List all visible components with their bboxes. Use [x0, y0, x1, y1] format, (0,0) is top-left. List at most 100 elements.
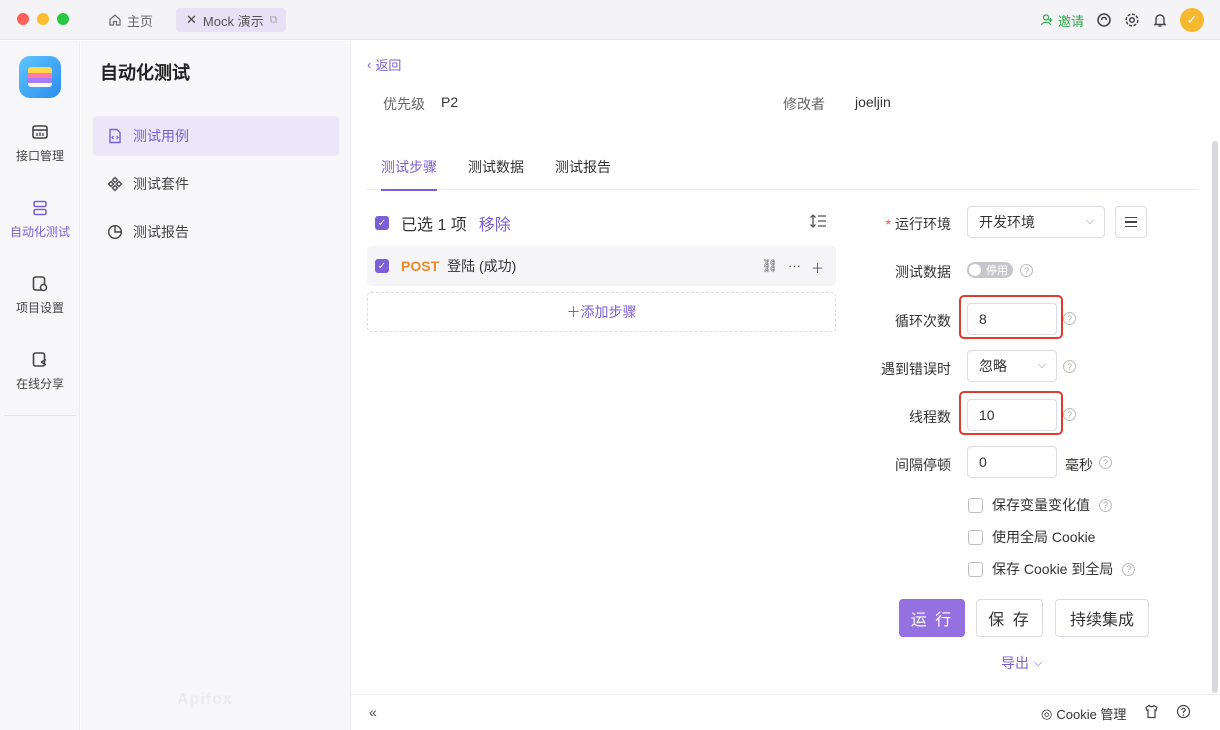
interval-input[interactable]: 0: [967, 446, 1057, 478]
loop-count-input[interactable]: 8: [967, 303, 1057, 335]
help-icon[interactable]: ?: [1063, 360, 1076, 373]
rail-item-project-settings[interactable]: 项目设置: [0, 275, 80, 335]
rail-item-label: 自动化测试: [9, 225, 70, 239]
tab-bar: 测试步骤 测试数据 测试报告: [367, 151, 1197, 191]
avatar[interactable]: ✓: [1180, 8, 1204, 32]
tab-home[interactable]: 主页: [108, 10, 153, 30]
back-label: 返回: [375, 58, 402, 73]
save-cookie-checkbox[interactable]: [968, 561, 983, 577]
tab-test-data[interactable]: 测试数据: [468, 157, 524, 189]
rail-item-api-management[interactable]: 接口管理: [0, 123, 80, 183]
sidebar: 自动化测试 测试用例 测试套件 测试报告 Apifox: [81, 41, 351, 730]
help-icon[interactable]: ?: [1099, 456, 1112, 469]
suite-icon: [107, 176, 123, 192]
help-circle-icon[interactable]: [1176, 704, 1191, 722]
tab-test-report[interactable]: 测试报告: [555, 157, 611, 189]
sidebar-item-label: 测试用例: [133, 128, 189, 144]
rail-item-label: 项目设置: [15, 301, 64, 315]
save-cookie-label: 保存 Cookie 到全局: [992, 561, 1114, 577]
step-checkbox[interactable]: ✓: [375, 259, 389, 273]
global-cookie-checkbox[interactable]: [968, 529, 983, 545]
invite-button[interactable]: 邀请: [1040, 11, 1084, 30]
tab-mock-label: Mock 演示: [202, 13, 264, 29]
on-error-select[interactable]: 忽略 ⌵: [967, 350, 1057, 382]
sidebar-item-test-suites[interactable]: 测试套件: [93, 164, 339, 204]
sync-icon[interactable]: [1096, 12, 1112, 28]
loop-count-label: 循环次数: [895, 313, 951, 329]
link-icon[interactable]: ⛓: [761, 258, 778, 277]
env-manage-button[interactable]: [1115, 206, 1147, 238]
test-data-toggle[interactable]: 停用: [967, 262, 1013, 278]
main-content: ‹ 返回 优先级 P2 修改者 joeljin 测试步骤 测试数据 测试报告 ✓…: [351, 41, 1220, 694]
tab-test-steps[interactable]: 测试步骤: [381, 157, 437, 191]
home-icon: [109, 14, 121, 26]
selected-count: 已选 1 项: [401, 217, 467, 234]
minimize-window-button[interactable]: [37, 13, 49, 25]
add-icon[interactable]: ＋: [811, 258, 824, 277]
settings-doc-icon: [32, 276, 48, 292]
scrollbar[interactable]: [1212, 141, 1218, 693]
shirt-icon[interactable]: [1144, 704, 1159, 722]
remove-button[interactable]: 移除: [479, 211, 511, 235]
save-button[interactable]: 保 存: [976, 599, 1043, 637]
step-name: 登陆 (成功): [447, 258, 517, 274]
help-icon[interactable]: ?: [1063, 408, 1076, 421]
help-icon[interactable]: ?: [1122, 562, 1136, 576]
cookie-manage-button[interactable]: ◎ Cookie 管理: [1041, 704, 1126, 723]
env-select[interactable]: 开发环境 ⌵: [967, 206, 1105, 238]
toggle-label: 停用: [986, 265, 1008, 277]
on-error-value: 忽略: [979, 358, 1007, 374]
chevron-down-icon: ⌵: [1037, 359, 1046, 371]
collapse-sidebar-icon[interactable]: «: [369, 704, 377, 720]
save-cookie-option[interactable]: 保存 Cookie 到全局 ?: [968, 559, 1136, 579]
export-label: 导出: [1001, 655, 1029, 671]
step-method: POST: [401, 258, 440, 274]
global-cookie-option[interactable]: 使用全局 Cookie: [968, 527, 1095, 547]
app-rail: 接口管理 自动化测试 项目设置 在线分享: [0, 41, 80, 730]
export-button[interactable]: 导出 ⌵: [1001, 653, 1042, 673]
selection-bar: ✓ 已选 1 项 移除: [375, 211, 511, 235]
ci-button[interactable]: 持续集成: [1055, 599, 1149, 637]
test-case-icon: [109, 128, 121, 144]
sidebar-item-test-reports[interactable]: 测试报告: [93, 212, 339, 252]
bell-icon[interactable]: [1152, 12, 1168, 28]
threads-input[interactable]: 10: [967, 399, 1057, 431]
select-all-checkbox[interactable]: ✓: [375, 216, 389, 230]
run-button[interactable]: 运 行: [899, 599, 965, 637]
chevron-down-icon: ⌵: [1034, 656, 1043, 669]
step-row[interactable]: ✓ POST 登陆 (成功) ⛓ ··· ＋: [367, 246, 836, 286]
sidebar-item-label: 测试套件: [133, 176, 189, 192]
tab-home-label: 主页: [127, 13, 154, 29]
title-bar: 主页 ✕ Mock 演示 ⧉ 邀请 ✓: [0, 0, 1220, 40]
add-step-button[interactable]: ＋添加步骤: [367, 292, 836, 332]
rail-item-automation[interactable]: 自动化测试: [0, 199, 80, 259]
help-icon[interactable]: ?: [1099, 498, 1112, 512]
global-cookie-label: 使用全局 Cookie: [992, 529, 1096, 545]
tab-mock-demo[interactable]: ✕ Mock 演示 ⧉: [176, 8, 286, 32]
help-icon[interactable]: ?: [1063, 312, 1076, 325]
threads-value: 10: [979, 407, 995, 423]
help-icon[interactable]: ?: [1020, 264, 1033, 277]
save-variable-checkbox[interactable]: [968, 497, 983, 513]
pie-chart-icon: [107, 224, 123, 240]
rail-item-label: 接口管理: [15, 149, 64, 163]
env-label: * 运行环境: [885, 216, 951, 232]
chevron-down-icon: ⌵: [1085, 215, 1094, 227]
add-user-icon: [1040, 14, 1053, 26]
more-icon[interactable]: ···: [788, 258, 801, 277]
close-tab-icon[interactable]: ✕: [186, 12, 197, 28]
maximize-window-button[interactable]: [57, 13, 69, 25]
gear-icon[interactable]: [1124, 12, 1140, 28]
close-window-button[interactable]: [17, 13, 29, 25]
save-variable-option[interactable]: 保存变量变化值 ?: [968, 495, 1112, 515]
sort-icon[interactable]: [809, 213, 827, 232]
rail-divider: [4, 415, 76, 416]
api-icon: [32, 125, 48, 139]
priority-label: 优先级: [383, 96, 425, 112]
priority-value: P2: [441, 94, 459, 110]
sidebar-item-test-cases[interactable]: 测试用例: [93, 116, 339, 156]
apifox-watermark: Apifox: [177, 691, 233, 708]
modifier-label: 修改者: [783, 96, 825, 112]
back-link[interactable]: ‹ 返回: [367, 55, 401, 74]
rail-item-online-share[interactable]: 在线分享: [0, 351, 80, 411]
